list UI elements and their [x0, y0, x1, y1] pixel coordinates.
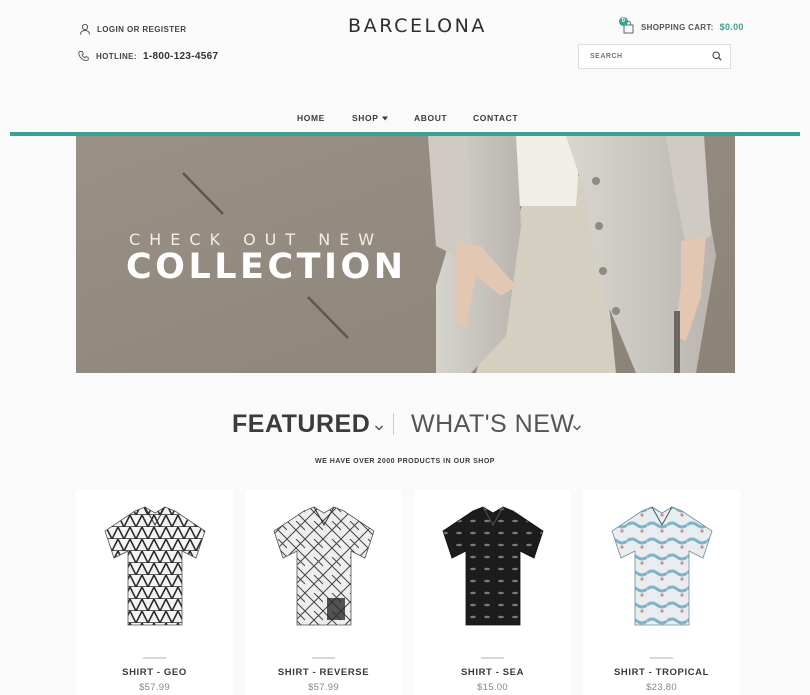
- cart-amount: $0.00: [719, 22, 744, 32]
- user-icon: [79, 23, 91, 35]
- chevron-down-icon[interactable]: [374, 420, 384, 431]
- login-label: Login or Register: [97, 24, 187, 34]
- product-tabs: FEATURED WHAT'S NEW: [0, 410, 810, 442]
- card-divider: [481, 657, 504, 659]
- product-name[interactable]: Shirt - Tropical: [583, 667, 740, 678]
- product-price: $23.80: [646, 682, 677, 693]
- product-image[interactable]: [245, 490, 402, 640]
- nav-about[interactable]: About: [414, 113, 447, 123]
- section-tagline: We have over 2000 products in our shop: [315, 458, 495, 465]
- product-card[interactable]: Shirt - Sea $15.00: [414, 490, 571, 695]
- cart-icon: 0: [619, 17, 635, 34]
- caret-down-icon: [381, 113, 388, 123]
- cart-label: Shopping Cart:: [641, 22, 714, 32]
- nav-home[interactable]: Home: [297, 113, 325, 123]
- phone-icon: [78, 50, 90, 62]
- search-box: [578, 44, 731, 69]
- cart-count-badge: 0: [619, 17, 628, 26]
- product-card[interactable]: Shirt - Reverse $57.99: [245, 490, 402, 695]
- tab-featured[interactable]: FEATURED: [232, 410, 370, 439]
- card-divider: [312, 657, 335, 659]
- product-price: $57.99: [308, 682, 339, 693]
- card-divider: [650, 657, 673, 659]
- hero-title: COLLECTION: [126, 247, 407, 287]
- nav-shop[interactable]: Shop: [352, 113, 388, 123]
- search-input[interactable]: [590, 53, 712, 60]
- product-price: $57.99: [139, 682, 170, 693]
- hotline-number[interactable]: 1-800-123-4567: [143, 51, 218, 62]
- nav-about-label: About: [414, 113, 448, 123]
- nav-contact[interactable]: Contact: [473, 113, 518, 123]
- site-logo[interactable]: BARCELONA: [348, 15, 487, 37]
- product-price: $15.00: [477, 682, 508, 693]
- hotline-label: Hotline:: [96, 51, 137, 61]
- product-card[interactable]: Shirt - Tropical $23.80: [583, 490, 740, 695]
- nav-contact-label: Contact: [473, 113, 519, 123]
- nav-shop-label: Shop: [352, 113, 379, 123]
- product-name[interactable]: Shirt - Geo: [76, 667, 233, 678]
- shopping-cart[interactable]: 0 Shopping Cart: $0.00: [619, 17, 744, 34]
- product-card[interactable]: Shirt - Geo $57.99: [76, 490, 233, 695]
- nav-home-label: Home: [297, 113, 325, 123]
- product-image[interactable]: [76, 490, 233, 640]
- site-header: Login or Register Hotline: 1-800-123-456…: [0, 0, 810, 136]
- tab-whats-new[interactable]: WHAT'S NEW: [411, 410, 574, 439]
- login-link[interactable]: Login or Register: [79, 23, 186, 35]
- logo-text: BARCELONA: [348, 15, 488, 37]
- product-name[interactable]: Shirt - Reverse: [245, 667, 402, 678]
- search-icon[interactable]: [712, 48, 722, 66]
- hero-banner[interactable]: CHECK OUT NEW COLLECTION: [76, 136, 735, 373]
- card-divider: [143, 657, 166, 659]
- product-grid: Shirt - Geo $57.99 Shirt - Reverse $57.9…: [76, 490, 741, 695]
- hotline: Hotline: 1-800-123-4567: [78, 50, 218, 62]
- product-image[interactable]: [583, 490, 740, 640]
- tab-divider: [393, 413, 394, 435]
- product-name[interactable]: Shirt - Sea: [414, 667, 571, 678]
- product-image[interactable]: [414, 490, 571, 640]
- chevron-down-icon[interactable]: [572, 420, 582, 431]
